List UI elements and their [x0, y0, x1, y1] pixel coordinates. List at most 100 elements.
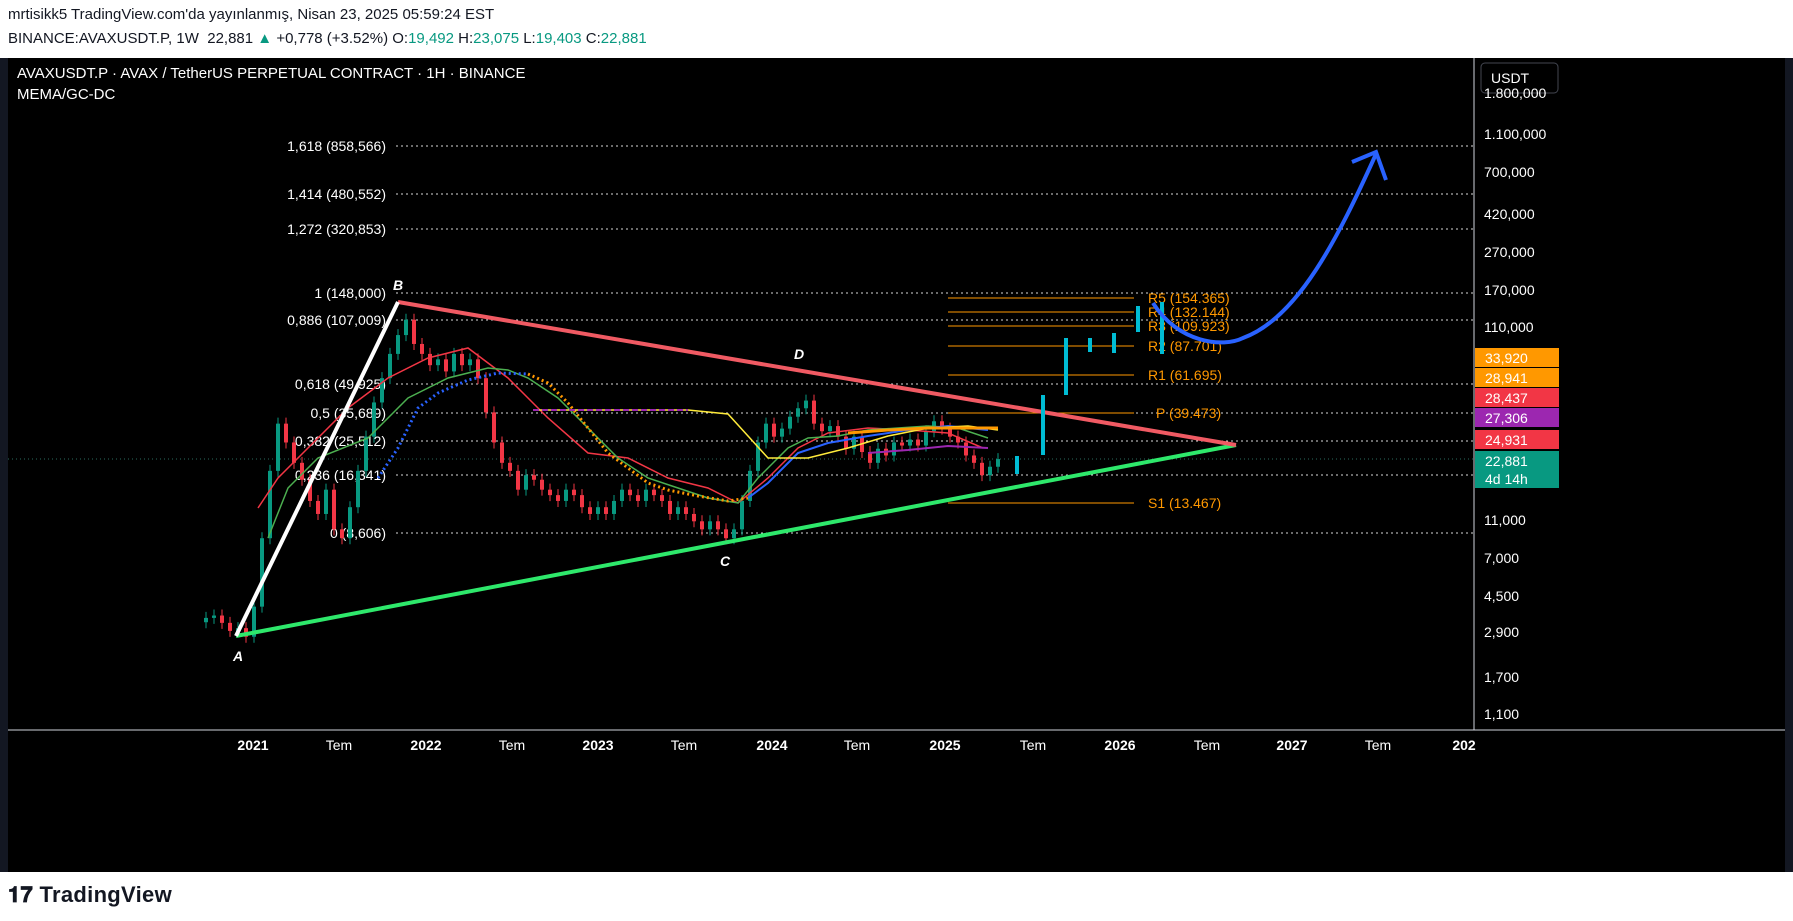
price-badge-label: 24,931	[1485, 432, 1528, 448]
candle-body	[804, 400, 808, 409]
candle-body	[300, 462, 304, 480]
x-tick-label: 2025	[929, 737, 960, 753]
y-tick-label: 110,000	[1484, 319, 1534, 335]
fib-level-label: 0,886 (107,009)	[287, 312, 386, 328]
candle-body	[724, 529, 728, 539]
price-badge-label: 4d 14h	[1485, 471, 1528, 487]
candle-body	[428, 353, 432, 366]
x-tick-label: Tem	[326, 737, 352, 753]
candle-body	[764, 423, 768, 443]
candle-body	[220, 615, 224, 623]
candle-body	[780, 428, 784, 437]
candle-body	[660, 495, 664, 501]
close-label: C:	[585, 30, 601, 47]
candle-body	[388, 353, 392, 379]
candle-body	[732, 529, 736, 539]
candle-body	[332, 489, 336, 530]
candle-body	[916, 439, 920, 446]
projection-bar	[1041, 395, 1045, 455]
candle-body	[636, 495, 640, 501]
candle-body	[620, 489, 624, 501]
tradingview-logo: 𝟏𝟕 TradingView	[8, 882, 172, 908]
wave-label: D	[794, 346, 804, 362]
change-value: +0,778 (+3.52%)	[276, 30, 389, 47]
x-tick-label: 2024	[756, 737, 787, 753]
candle-body	[420, 343, 424, 354]
chart-svg[interactable]: AVAXUSDT.P · AVAX / TetherUS PERPETUAL C…	[8, 41, 1785, 872]
candle-body	[340, 529, 344, 539]
currency-button-label: USDT	[1491, 70, 1530, 86]
projection-bar	[1015, 456, 1019, 474]
candle-body	[508, 462, 512, 471]
price-badge-label: 28,437	[1485, 390, 1528, 406]
candle-body	[580, 495, 584, 508]
candle-body	[772, 423, 776, 437]
candle-body	[228, 622, 232, 631]
candle-body	[988, 466, 992, 476]
y-tick-label: 4,500	[1484, 588, 1519, 604]
chart-panel[interactable]: AVAXUSDT.P · AVAX / TetherUS PERPETUAL C…	[8, 41, 1785, 872]
x-tick-label: Tem	[844, 737, 870, 753]
candle-body	[892, 442, 896, 456]
symbol-ohlc: BINANCE:AVAXUSDT.P, 1W 22,881 ▲ +0,778 (…	[8, 30, 647, 47]
wave-label: B	[393, 277, 403, 293]
projection-bar	[1136, 306, 1140, 332]
candle-body	[668, 500, 672, 514]
candle-body	[980, 462, 984, 476]
x-tick-label: 2026	[1104, 737, 1135, 753]
low-value: 19,403	[535, 30, 582, 47]
candle-body	[444, 359, 448, 372]
candle-body	[644, 489, 648, 501]
candle-body	[796, 408, 800, 417]
candle-body	[820, 423, 824, 432]
price-badge-label: 27,306	[1485, 410, 1528, 426]
candle-body	[708, 521, 712, 530]
candle-body	[628, 489, 632, 496]
wave-label: A	[232, 648, 243, 664]
candle-body	[284, 423, 288, 443]
low-label: L:	[523, 30, 536, 47]
projection-bar	[1064, 338, 1068, 395]
pivot-level-label: S1 (13.467)	[1148, 495, 1221, 511]
candle-body	[572, 489, 576, 496]
candle-body	[828, 426, 832, 432]
pivot-level-label: P (39.473)	[1156, 405, 1221, 421]
candle-body	[324, 489, 328, 514]
candle-body	[700, 521, 704, 530]
candle-body	[276, 423, 280, 471]
candle-body	[476, 359, 480, 379]
candle-body	[212, 615, 216, 618]
candle-body	[588, 507, 592, 514]
projection-bar	[1160, 302, 1164, 354]
candle-body	[484, 378, 488, 413]
x-tick-label: 2021	[237, 737, 268, 753]
candle-body	[412, 319, 416, 344]
candle-body	[516, 470, 520, 490]
tv-logo-icon: 𝟏𝟕	[8, 882, 34, 907]
fib-level-label: 1,272 (320,853)	[287, 221, 386, 237]
price-badge-label: 22,881	[1485, 453, 1528, 469]
footer: 𝟏𝟕 TradingView	[0, 872, 1793, 921]
candle-body	[996, 459, 1000, 467]
high-label: H:	[458, 30, 474, 47]
x-tick-label: 2027	[1276, 737, 1307, 753]
y-tick-label: 170,000	[1484, 282, 1535, 298]
candle-body	[972, 455, 976, 463]
candle-body	[364, 436, 368, 471]
fib-level-label: 1 (148,000)	[314, 285, 386, 301]
candle-body	[548, 489, 552, 496]
candle-body	[716, 521, 720, 530]
candle-body	[356, 470, 360, 508]
x-tick-label: Tem	[671, 737, 697, 753]
candle-body	[452, 353, 456, 372]
candle-body	[500, 442, 504, 463]
x-tick-label: Tem	[499, 737, 525, 753]
fib-level-label: 1,618 (858,566)	[287, 138, 386, 154]
last-price: 22,881	[207, 30, 254, 47]
candle-body	[612, 500, 616, 514]
y-tick-label: 1.800,000	[1484, 85, 1546, 101]
x-tick-label: 2022	[410, 737, 441, 753]
candle-body	[436, 359, 440, 366]
y-tick-label: 7,000	[1484, 550, 1519, 566]
x-tick-label: Tem	[1365, 737, 1391, 753]
